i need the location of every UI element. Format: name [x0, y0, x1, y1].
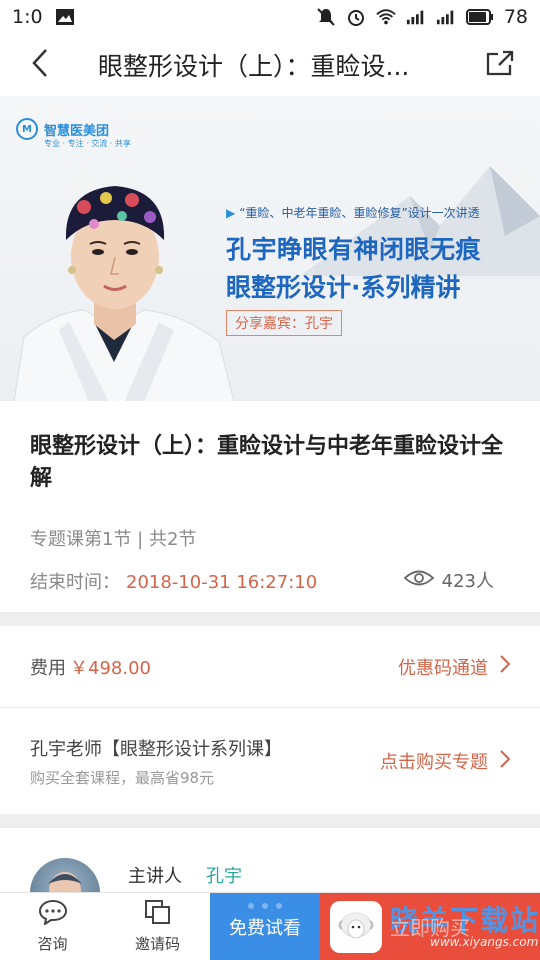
invite-code-button[interactable]: 邀请码 [105, 893, 210, 960]
coupon-code-link[interactable]: 优惠码通道 [398, 654, 511, 680]
price-label: 费用 [30, 657, 66, 679]
invite-code-label: 邀请码 [134, 935, 180, 953]
brand-logo: M 智慧医美团 [16, 118, 109, 140]
banner-headline-2: 眼整形设计·系列精讲 [226, 273, 461, 302]
course-info-card: 眼整形设计（上）：重睑设计与中老年重睑设计全解 专题课第1节 | 共2节 结束时… [0, 401, 540, 612]
page-title: 眼整形设计（上）：重睑设... [98, 52, 410, 81]
battery-icon [465, 8, 494, 26]
series-info: 孔宇老师【眼整形设计系列课】 购买全套课程，最高省98元 [30, 735, 282, 788]
price-card: 费用 ￥498.00 优惠码通道 孔宇老师【眼整形设计系列课】 购买全套课程，最… [0, 626, 540, 814]
app-header: 眼整形设计（上）：重睑设... [0, 34, 540, 96]
coupon-code-label: 优惠码通道 [398, 657, 488, 679]
chevron-right-icon [500, 655, 511, 678]
series-title: 孔宇老师【眼整形设计系列课】 [30, 738, 282, 760]
share-icon [485, 49, 515, 81]
copy-icon [144, 899, 172, 929]
buy-topic-link[interactable]: 点击购买专题 [380, 748, 511, 774]
course-banner: M 智慧医美团 专业 · 专注 · 交流 · 共享 ▶ “重睑、中老年重睑、重睑… [0, 96, 540, 401]
watermark-sheep-logo [330, 901, 382, 953]
back-button[interactable] [0, 34, 80, 96]
lecturer-name[interactable]: 孔宇 [206, 862, 242, 888]
view-count-value: 423人 [441, 571, 494, 592]
free-trial-label: 免费试看 [229, 917, 301, 939]
buy-now-label: 立即购买 [390, 916, 470, 940]
alarm-icon [346, 8, 366, 26]
series-row[interactable]: 孔宇老师【眼整形设计系列课】 购买全套课程，最高省98元 点击购买专题 [0, 708, 540, 814]
share-button[interactable] [460, 34, 540, 96]
lesson-info: 专题课第1节 | 共2节 [30, 529, 197, 550]
consult-button[interactable]: 咨询 [0, 893, 105, 960]
banner-guest-tag: 分享嘉宾：孔宇 [226, 310, 342, 336]
signal-icon [406, 8, 426, 26]
banner-headline-1: 孔宇睁眼有神闭眼无痕 [226, 235, 482, 264]
lecturer-photo [14, 186, 235, 401]
eye-icon [403, 569, 434, 592]
chevron-right-icon [500, 749, 511, 773]
end-time-value: 2018-10-31 16:27:10 [126, 572, 318, 593]
end-time-label: 结束时间： [30, 572, 120, 593]
course-title: 眼整形设计（上）：重睑设计与中老年重睑设计全解 [30, 434, 504, 491]
view-count: 423人 [403, 567, 494, 593]
status-time: 1:0 [12, 6, 43, 28]
banner-tagline: ▶ “重睑、中老年重睑、重睑修复”设计一次讲透 [226, 206, 480, 220]
wifi-icon [376, 8, 396, 26]
signal-icon-2 [436, 8, 456, 26]
price-row: 费用 ￥498.00 优惠码通道 [0, 626, 540, 708]
battery-level: 78 [503, 6, 528, 28]
buy-now-button[interactable]: 立即购买 晓羊下载站 www.xiyangs.com [320, 893, 540, 960]
price-value: ￥498.00 [70, 657, 151, 679]
chevron-left-icon [31, 48, 49, 82]
consult-label: 咨询 [37, 935, 68, 953]
image-notification-icon [55, 8, 75, 26]
bottom-action-bar: 咨询 邀请码 免费试看 立即购买 晓羊下载站 www.xiyangs.com [0, 892, 540, 960]
brand-slogan: 专业 · 专注 · 交流 · 共享 [44, 139, 131, 148]
mute-icon [316, 8, 336, 26]
chat-bubble-icon [38, 899, 68, 929]
status-bar: 1:0 78 [0, 0, 540, 34]
buy-topic-label: 点击购买专题 [380, 752, 488, 773]
end-time-row: 结束时间： 2018-10-31 16:27:10 [30, 568, 317, 594]
series-subtitle: 购买全套课程，最高省98元 [30, 768, 215, 787]
lecturer-label: 主讲人 [128, 866, 182, 887]
free-trial-button[interactable]: 免费试看 [210, 893, 320, 960]
brand-logo-icon: M [16, 118, 38, 140]
page-dots [210, 903, 320, 909]
